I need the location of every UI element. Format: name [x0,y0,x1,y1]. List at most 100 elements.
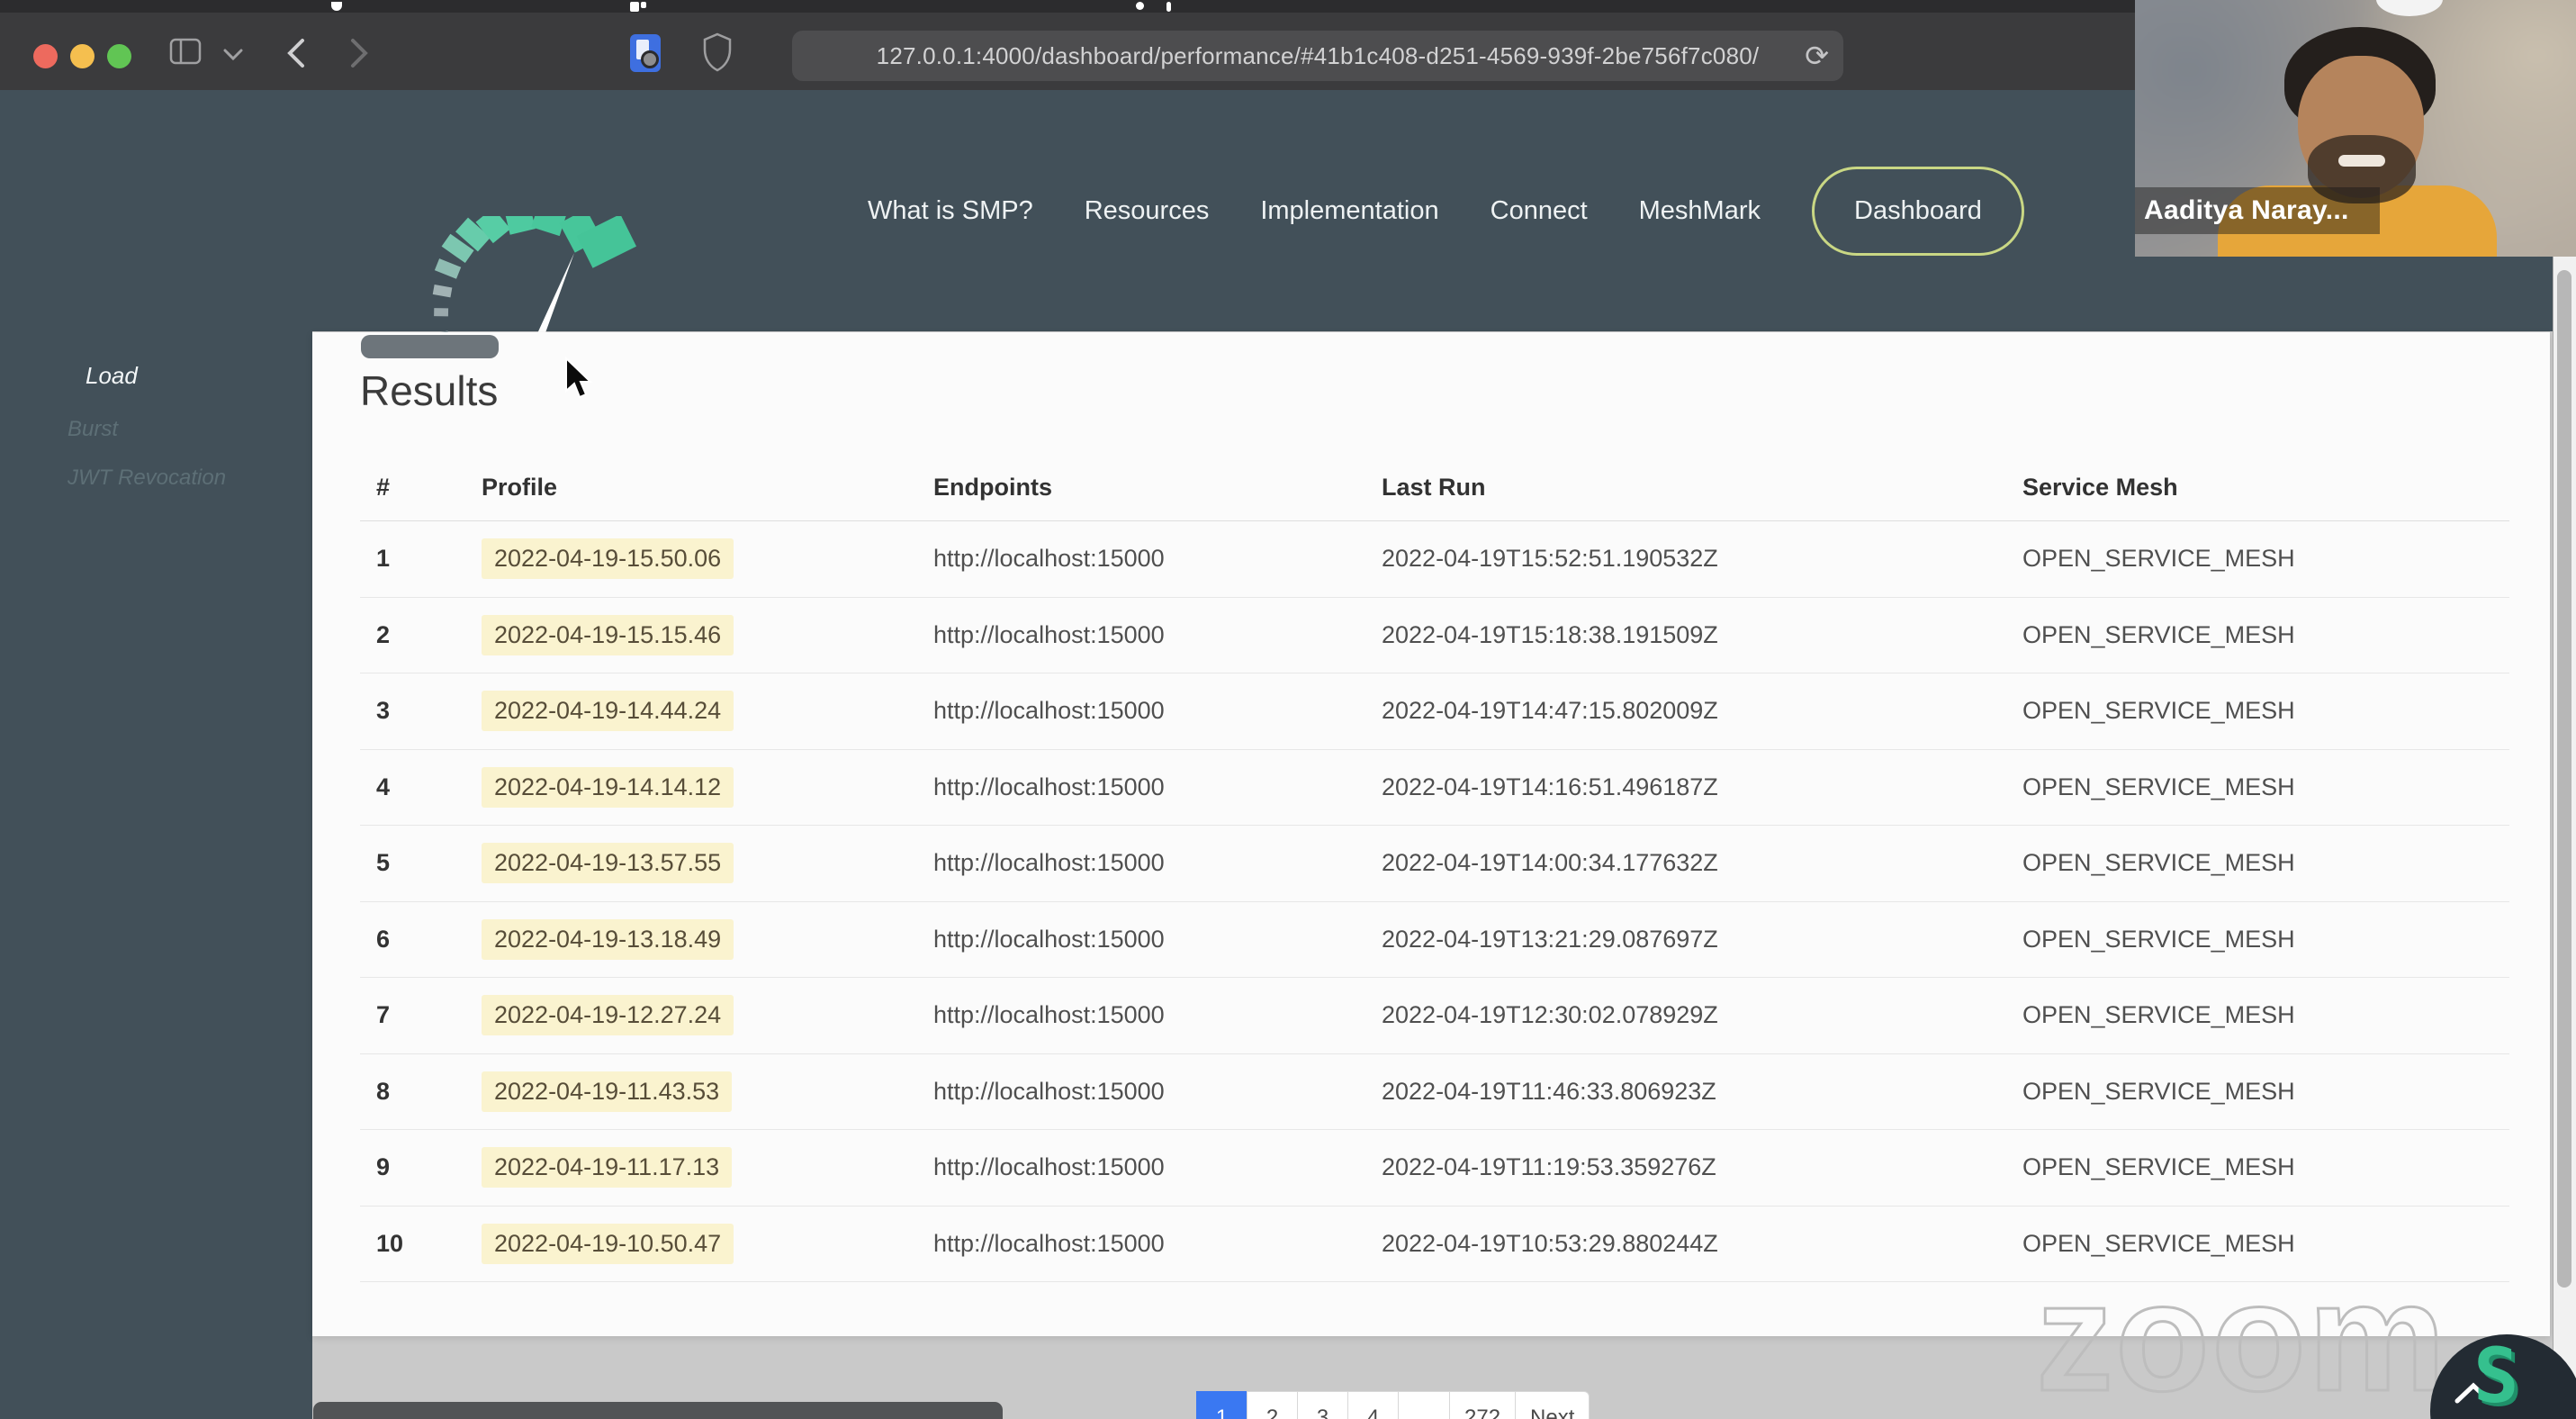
sidebar-item[interactable]: JWT Revocation [68,465,312,491]
table-row[interactable]: 5 2022-04-19-13.57.55 http://localhost:1… [360,826,2509,902]
endpoints-cell: http://localhost:15000 [933,697,1165,725]
row-number-cell: 4 [376,773,391,800]
mesh-cell: OPEN_SERVICE_MESH [2022,545,2295,573]
pagination-button[interactable]: 272 [1449,1391,1517,1419]
vertical-scrollbar-thumb[interactable] [2557,270,2571,1288]
speaker-smile [2338,155,2385,167]
forward-icon[interactable] [349,38,369,68]
table-row[interactable]: 3 2022-04-19-14.44.24 http://localhost:1… [360,673,2509,750]
pagination: 1 2 3 4 … 272 Next [1196,1391,1590,1419]
profile-cell[interactable]: 2022-04-19-13.18.49 [482,918,933,960]
lastrun-cell: 2022-04-19T10:53:29.880244Z [1382,1229,1718,1257]
mesh-cell: OPEN_SERVICE_MESH [2022,925,2295,953]
endpoints-cell: http://localhost:15000 [933,1153,1165,1181]
results-panel: Results # Profile Endpoints Last Run Ser… [312,332,2550,1336]
table-row[interactable]: 4 2022-04-19-14.14.12 http://localhost:1… [360,750,2509,826]
row-number-cell: 3 [376,697,391,725]
pagination-button[interactable]: 4 [1347,1391,1399,1419]
profile-cell[interactable]: 2022-04-19-13.57.55 [482,843,933,884]
column-header-num: # [376,474,391,501]
mesh-cell: OPEN_SERVICE_MESH [2022,697,2295,725]
lastrun-cell: 2022-04-19T15:18:38.191509Z [1382,620,1718,648]
endpoints-cell: http://localhost:15000 [933,1001,1165,1029]
smp-layered-s-icon: S [2473,1332,2519,1419]
lastrun-cell: 2022-04-19T14:16:51.496187Z [1382,773,1718,800]
row-number-cell: 2 [376,620,391,648]
row-number-cell: 9 [376,1153,391,1181]
profile-cell[interactable]: 2022-04-19-14.44.24 [482,691,933,732]
tab-chip[interactable] [361,335,499,358]
row-number-cell: 1 [376,545,391,573]
webcam-video-tile: Aaditya Naray... [2135,0,2576,257]
profile-cell[interactable]: 2022-04-19-11.17.13 [482,1147,933,1189]
mesh-cell: OPEN_SERVICE_MESH [2022,1001,2295,1029]
endpoints-cell: http://localhost:15000 [933,773,1165,800]
reload-icon[interactable]: ⟳ [1805,39,1829,73]
mouse-cursor [565,357,593,399]
table-row[interactable]: 2 2022-04-19-15.15.46 http://localhost:1… [360,598,2509,673]
back-icon[interactable] [286,38,306,68]
results-table: # Profile Endpoints Last Run Service Mes… [360,455,2509,1282]
zoom-watermark: zoom [2034,1250,2448,1419]
bookmark-extension-icon[interactable] [630,34,661,72]
nav-link[interactable]: Resources [1085,196,1210,226]
endpoints-cell: http://localhost:15000 [933,620,1165,648]
minimize-window-button[interactable] [70,44,95,68]
table-row[interactable]: 7 2022-04-19-12.27.24 http://localhost:1… [360,978,2509,1054]
endpoints-cell: http://localhost:15000 [933,849,1165,877]
pagination-button[interactable]: 1 [1196,1391,1247,1419]
speaker-name-text: Aaditya Naray... [2144,195,2349,225]
nav-link[interactable]: MeshMark [1639,196,1761,226]
mesh-cell: OPEN_SERVICE_MESH [2022,773,2295,800]
row-number-cell: 7 [376,1001,391,1029]
sidebar-chevron-icon[interactable] [223,49,243,61]
mesh-cell: OPEN_SERVICE_MESH [2022,849,2295,877]
endpoints-cell: http://localhost:15000 [933,1077,1165,1105]
table-row[interactable]: 8 2022-04-19-11.43.53 http://localhost:1… [360,1054,2509,1130]
profile-cell[interactable]: 2022-04-19-11.43.53 [482,1071,933,1112]
lastrun-cell: 2022-04-19T15:52:51.190532Z [1382,545,1718,573]
nav-link[interactable]: Dashboard [1812,166,2024,256]
pagination-button[interactable]: … [1398,1391,1450,1419]
table-row[interactable]: 9 2022-04-19-11.17.13 http://localhost:1… [360,1130,2509,1207]
table-row[interactable]: 1 2022-04-19-15.50.06 http://localhost:1… [360,521,2509,598]
sidebar: Load Burst JWT Revocation [0,331,312,1419]
page-title: Results [360,367,499,414]
lastrun-cell: 2022-04-19T12:30:02.078929Z [1382,1001,1718,1029]
close-window-button[interactable] [33,44,58,68]
pagination-button[interactable]: Next [1515,1391,1590,1419]
column-header-endpoints: Endpoints [933,474,1052,501]
lastrun-cell: 2022-04-19T14:47:15.802009Z [1382,697,1718,725]
pagination-button[interactable]: 3 [1297,1391,1348,1419]
endpoints-cell: http://localhost:15000 [933,1229,1165,1257]
profile-cell[interactable]: 2022-04-19-10.50.47 [482,1223,933,1264]
column-header-profile: Profile [482,474,558,501]
nav-link[interactable]: Connect [1491,196,1588,226]
profile-cell[interactable]: 2022-04-19-15.15.46 [482,614,933,655]
endpoints-cell: http://localhost:15000 [933,925,1165,953]
vertical-scrollbar-track[interactable] [2553,90,2576,1419]
profile-cell[interactable]: 2022-04-19-12.27.24 [482,995,933,1036]
table-row[interactable]: 6 2022-04-19-13.18.49 http://localhost:1… [360,902,2509,978]
row-number-cell: 10 [376,1229,404,1257]
pagination-button[interactable]: 2 [1247,1391,1298,1419]
nav-link[interactable]: Implementation [1260,196,1438,226]
mesh-cell: OPEN_SERVICE_MESH [2022,620,2295,648]
profile-cell[interactable]: 2022-04-19-14.14.12 [482,766,933,808]
shield-extension-icon[interactable] [702,32,733,72]
lastrun-cell: 2022-04-19T11:19:53.359276Z [1382,1153,1716,1181]
row-number-cell: 6 [376,925,391,953]
profile-cell[interactable]: 2022-04-19-15.50.06 [482,538,933,580]
row-number-cell: 5 [376,849,391,877]
sidebar-toggle-icon[interactable] [169,38,202,65]
horizontal-scrollbar-thumb[interactable] [313,1402,1003,1419]
sidebar-item[interactable]: Load [86,362,312,390]
sidebar-item[interactable]: Burst [68,417,312,442]
url-bar[interactable]: 127.0.0.1:4000/dashboard/performance/#41… [792,31,1843,81]
url-text: 127.0.0.1:4000/dashboard/performance/#41… [876,41,1760,69]
nav-link[interactable]: What is SMP? [868,196,1033,226]
endpoints-cell: http://localhost:15000 [933,545,1165,573]
column-header-mesh: Service Mesh [2022,474,2178,501]
lastrun-cell: 2022-04-19T14:00:34.177632Z [1382,849,1718,877]
zoom-window-button[interactable] [107,44,131,68]
